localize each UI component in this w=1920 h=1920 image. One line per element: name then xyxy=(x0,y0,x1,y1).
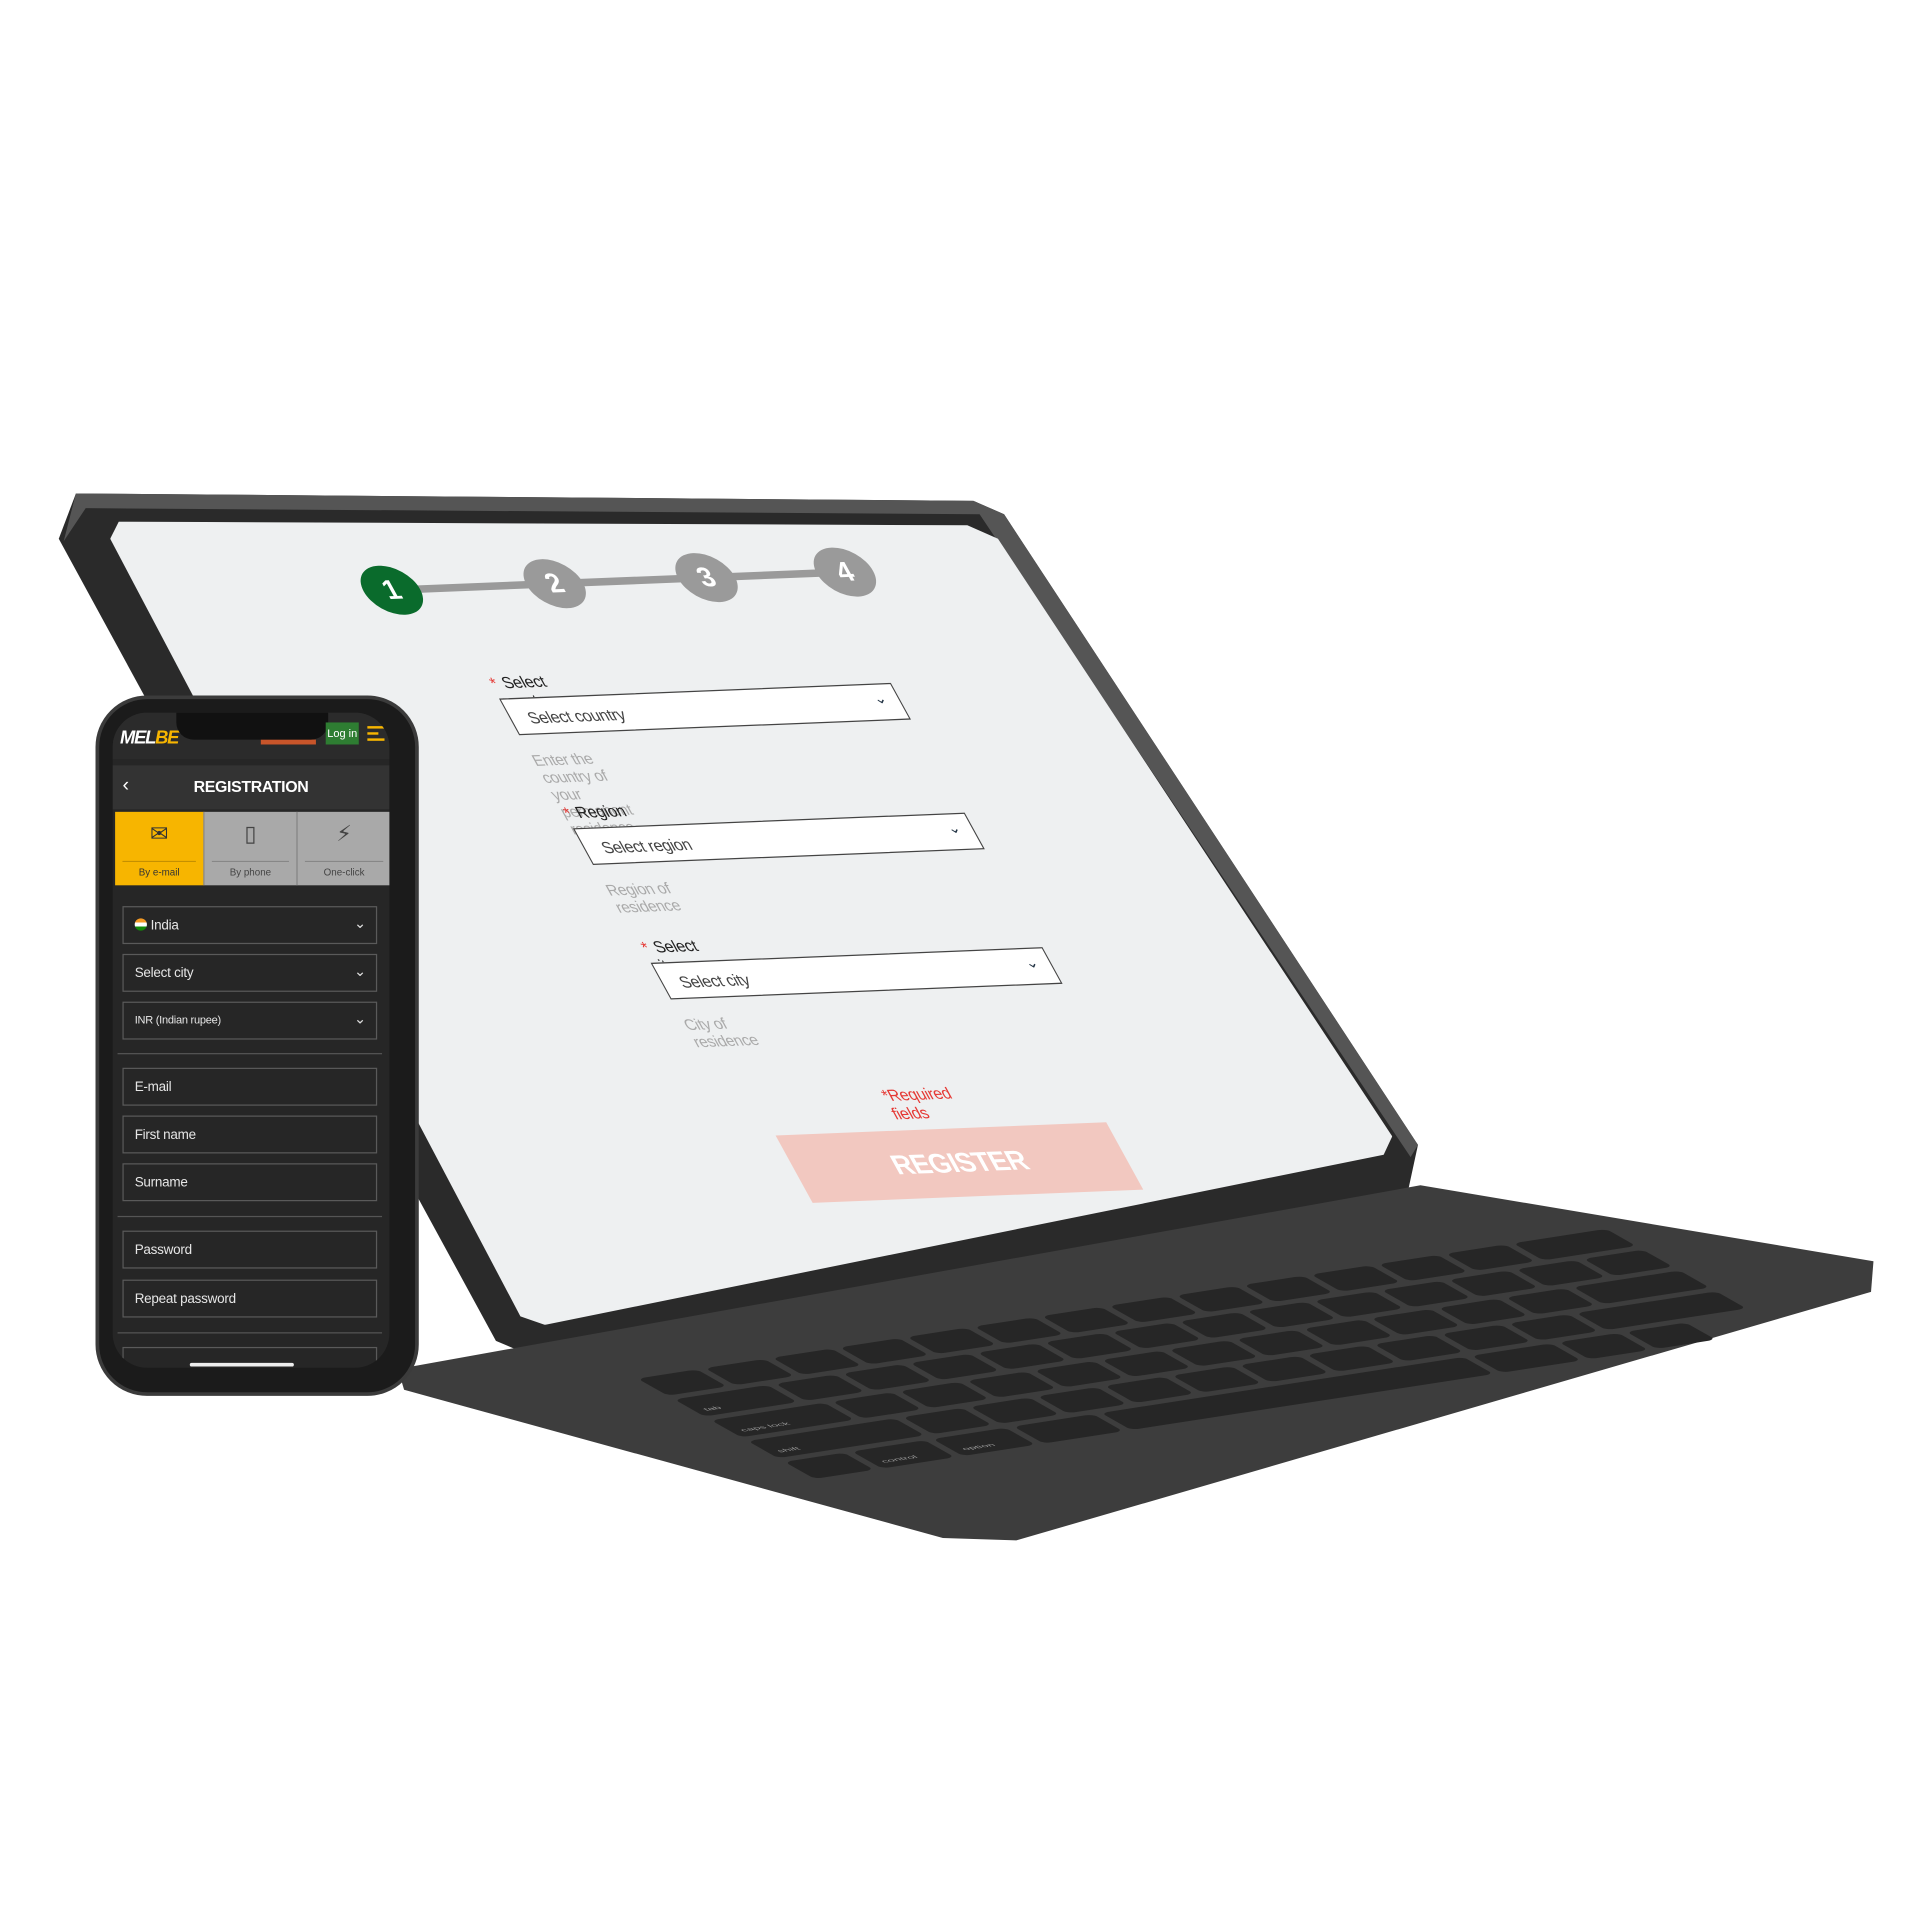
region-label: *Region xyxy=(559,801,629,822)
country-hint: Enter the country of your permanent resi… xyxy=(528,750,639,838)
tab-one-click[interactable]: ⚡︎ One-click xyxy=(297,811,390,886)
lightning-icon: ⚡︎ xyxy=(336,821,352,847)
label-text: Region xyxy=(571,801,630,822)
step-4[interactable]: 4 xyxy=(803,546,887,598)
registration-bar: ‹ REGISTRATION xyxy=(112,765,390,810)
logo-accent: BE xyxy=(155,727,179,749)
repeat-password-field[interactable]: Repeat password xyxy=(122,1279,378,1318)
chevron-down-icon: ⌄ xyxy=(354,914,367,932)
tab-by-email[interactable]: ✉ By e-mail xyxy=(115,811,205,886)
divider xyxy=(117,1215,383,1218)
step-3[interactable]: 3 xyxy=(664,552,749,604)
promo-bar xyxy=(260,739,316,745)
step-2[interactable]: 2 xyxy=(513,558,597,610)
chevron-down-icon: ⌄ xyxy=(354,1010,367,1028)
page-title: REGISTRATION xyxy=(193,777,309,796)
india-flag-icon xyxy=(134,918,147,931)
tab-label: By e-mail xyxy=(122,860,196,878)
surname-field[interactable]: Surname xyxy=(122,1163,378,1202)
placeholder: Select city xyxy=(675,970,754,992)
chevron-down-icon: ⌄ xyxy=(868,689,891,708)
select-value: India xyxy=(150,918,179,934)
step-progress-line xyxy=(389,568,847,594)
tab-by-phone[interactable]: ▯ By phone xyxy=(204,811,298,886)
login-button[interactable]: Log in xyxy=(325,722,359,745)
register-button[interactable]: REGISTER xyxy=(775,1122,1144,1203)
select-value: INR (Indian rupee) xyxy=(134,1013,221,1027)
region-hint: Region of residence xyxy=(602,879,685,917)
logo-main: MEL xyxy=(120,727,156,749)
menu-icon[interactable] xyxy=(367,726,385,744)
envelope-icon: ✉ xyxy=(149,821,169,847)
placeholder: Select country xyxy=(523,705,630,728)
first-name-field[interactable]: First name xyxy=(122,1115,378,1154)
select-value: Select city xyxy=(134,966,194,981)
email-field[interactable]: E-mail xyxy=(122,1067,378,1106)
home-indicator xyxy=(189,1362,294,1367)
country-select[interactable]: India ⌄ xyxy=(122,906,378,945)
city-select[interactable]: Select city ⌄ xyxy=(650,947,1063,1000)
melbet-logo[interactable]: MELBE xyxy=(120,727,179,749)
required-fields-note: *Required fields xyxy=(877,1083,956,1124)
divider xyxy=(117,1332,383,1334)
step-1[interactable]: 1 xyxy=(350,564,434,616)
chevron-down-icon: ⌄ xyxy=(354,962,367,980)
phone-notch xyxy=(176,712,329,740)
currency-select[interactable]: INR (Indian rupee) ⌄ xyxy=(122,1001,378,1040)
country-select[interactable]: Select country ⌄ xyxy=(498,682,912,736)
placeholder: Select region xyxy=(597,835,696,857)
city-hint: City of residence xyxy=(680,1015,763,1051)
phone-header: MELBE Log in xyxy=(112,712,390,760)
chevron-down-icon: ⌄ xyxy=(1020,953,1042,972)
tab-label: One-click xyxy=(304,860,384,878)
city-select[interactable]: Select city ⌄ xyxy=(122,953,378,992)
chevron-down-icon: ⌄ xyxy=(942,819,964,837)
password-field[interactable]: Password xyxy=(122,1230,378,1269)
phone-icon: ▯ xyxy=(244,821,257,847)
tab-label: By phone xyxy=(211,860,289,878)
divider xyxy=(117,1053,383,1055)
phone-screen: MELBE Log in ‹ REGISTRATION ✉ By e-mail … xyxy=(112,712,390,1368)
